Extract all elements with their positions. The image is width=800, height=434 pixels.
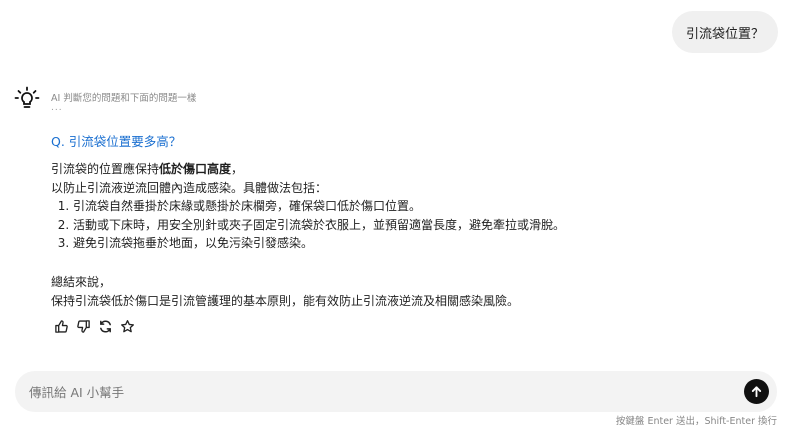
answer-punct: ， xyxy=(231,162,244,176)
summary-line-2: 保持引流袋低於傷口是引流管護理的基本原則，能有效防止引流液逆流及相關感染風險。 xyxy=(51,294,520,308)
answer-steps: 引流袋自然垂掛於床緣或懸掛於床欄旁，確保袋口低於傷口位置。 活動或下床時，用安全… xyxy=(51,197,565,253)
thumbs-down-icon[interactable] xyxy=(75,318,91,334)
ai-match-note: AI 判斷您的問題和下面的問題一樣 xyxy=(51,93,197,104)
keyboard-hint: 按鍵盤 Enter 送出，Shift-Enter 換行 xyxy=(615,416,777,427)
star-icon[interactable] xyxy=(119,318,135,334)
answer-step: 避免引流袋拖垂於地面，以免污染引發感染。 xyxy=(73,234,565,253)
answer-line-2: 以防止引流液逆流回體內造成感染。具體做法包括： xyxy=(51,180,328,195)
answer-emphasis: 低於傷口高度 xyxy=(159,162,232,176)
arrow-up-icon xyxy=(751,386,762,398)
answer-body: 引流袋的位置應保持低於傷口高度， 以防止引流液逆流回體內造成感染。具體做法包括：… xyxy=(51,160,565,253)
message-composer xyxy=(15,371,777,414)
message-input[interactable] xyxy=(27,371,731,414)
answer-step: 活動或下床時，用安全別針或夾子固定引流袋於衣服上，並預留適當長度，避免牽拉或滑脫… xyxy=(73,216,565,235)
answer-text: 引流袋的位置應保持 xyxy=(51,162,160,176)
message-actions xyxy=(53,318,135,334)
answer-line-1: 引流袋的位置應保持低於傷口高度， xyxy=(51,160,565,179)
user-message-text: 引流袋位置？ xyxy=(685,26,764,42)
answer-step: 引流袋自然垂掛於床緣或懸掛於床欄旁，確保袋口低於傷口位置。 xyxy=(73,197,565,216)
send-button[interactable] xyxy=(744,379,769,404)
answer-summary: 總結來說， 保持引流袋低於傷口是引流管護理的基本原則，能有效防止引流液逆流及相關… xyxy=(51,273,519,311)
matched-question-title: Q. 引流袋位置要多高？ xyxy=(51,134,182,149)
summary-line-1: 總結來說， xyxy=(51,275,112,289)
user-message-bubble: 引流袋位置？ xyxy=(671,11,778,53)
regenerate-icon[interactable] xyxy=(97,318,113,334)
lightbulb-icon xyxy=(14,86,40,112)
thumbs-up-icon[interactable] xyxy=(53,318,69,334)
ai-note-ellipsis: ... xyxy=(51,103,63,113)
